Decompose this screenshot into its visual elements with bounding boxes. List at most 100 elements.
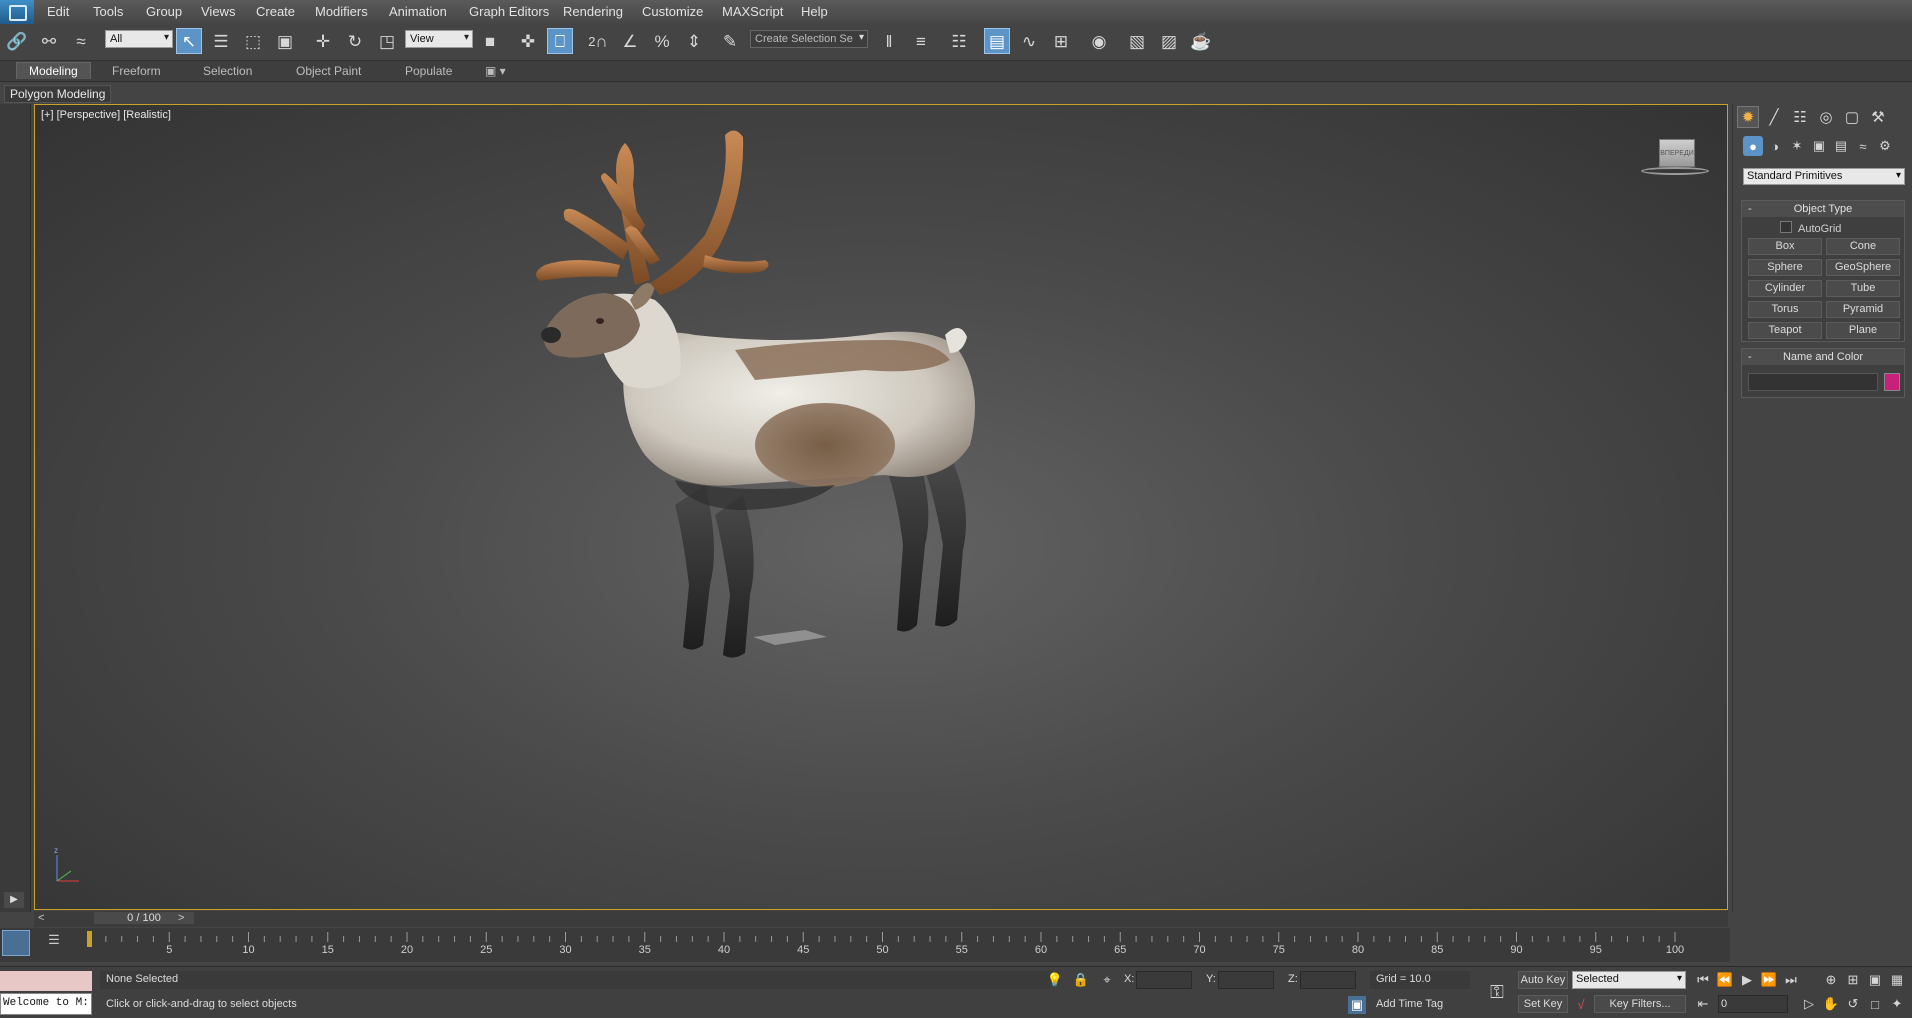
go-to-end-icon[interactable]: ⏭ — [1782, 971, 1800, 989]
menu-maxscript[interactable]: MAXScript — [722, 4, 783, 19]
scene-explorer-icon[interactable]: ▤ — [984, 28, 1010, 54]
next-frame-icon[interactable]: ⏩ — [1760, 971, 1778, 989]
sphere-button[interactable]: Sphere — [1748, 259, 1822, 276]
pan-view-icon[interactable]: ✋ — [1822, 995, 1840, 1013]
track-bar[interactable]: ☰ 5 10 15 20 25 30 35 40 45 50 55 60 65 70 75 80 85 90 95 1… — [0, 928, 1730, 962]
object-color-swatch[interactable] — [1884, 373, 1900, 391]
polygon-modeling-panel[interactable]: Polygon Modeling — [4, 85, 112, 103]
ribbon-options-icon[interactable]: ▣ ▾ — [485, 64, 506, 78]
maxscript-mini-listener-pink[interactable] — [0, 971, 92, 991]
keyboard-shortcut-override-icon[interactable]: ⎕ — [547, 28, 573, 54]
maximize-viewport-icon[interactable]: □ — [1866, 995, 1884, 1013]
lights-icon[interactable]: ✶ — [1787, 136, 1807, 156]
rectangular-selection-icon[interactable]: ⬚ — [240, 28, 266, 54]
time-slider-next[interactable]: > — [178, 912, 184, 924]
set-keys-key-icon[interactable]: ⚿ — [1484, 980, 1510, 1004]
teapot-button[interactable]: Teapot — [1748, 322, 1822, 339]
angle-snap-icon[interactable]: ∠ — [617, 28, 643, 54]
maxscript-listener-input[interactable]: Welcome to M: — [0, 993, 92, 1015]
pivot-center-icon[interactable]: ■ — [477, 28, 503, 54]
menu-edit[interactable]: Edit — [47, 4, 69, 19]
tab-selection[interactable]: Selection — [203, 64, 252, 78]
z-coordinate-input[interactable] — [1300, 971, 1356, 989]
selection-lock-icon[interactable]: 🔒 — [1072, 971, 1090, 989]
viewcube-icon[interactable]: ВПЕРЕДИ — [1637, 137, 1713, 179]
select-and-rotate-icon[interactable]: ↻ — [342, 28, 368, 54]
menu-animation[interactable]: Animation — [389, 4, 447, 19]
menu-group[interactable]: Group — [146, 4, 182, 19]
menu-create[interactable]: Create — [256, 4, 295, 19]
tube-button[interactable]: Tube — [1826, 280, 1900, 297]
display-tab-icon[interactable]: ▢ — [1841, 106, 1863, 128]
perspective-viewport[interactable]: [+] [Perspective] [Realistic] ВПЕРЕДИ z — [34, 104, 1728, 910]
select-and-link-icon[interactable]: 🔗 — [4, 28, 30, 54]
menu-help[interactable]: Help — [801, 4, 828, 19]
tab-populate[interactable]: Populate — [405, 64, 452, 78]
align-icon[interactable]: ≡ — [908, 28, 934, 54]
x-coordinate-input[interactable] — [1136, 971, 1192, 989]
current-frame-marker[interactable] — [87, 931, 92, 947]
window-crossing-icon[interactable]: ▣ — [272, 28, 298, 54]
curve-editor-icon[interactable]: ∿ — [1016, 28, 1042, 54]
render-setup-icon[interactable]: ▧ — [1124, 28, 1150, 54]
time-slider[interactable]: < 0 / 100 > — [34, 911, 1728, 927]
motion-tab-icon[interactable]: ◎ — [1815, 106, 1837, 128]
percent-snap-icon[interactable]: % — [649, 28, 675, 54]
tab-modeling[interactable]: Modeling — [16, 62, 91, 79]
bind-space-warp-icon[interactable]: ≈ — [68, 28, 94, 54]
systems-icon[interactable]: ⚙ — [1875, 136, 1895, 156]
key-filters-button[interactable]: Key Filters... — [1594, 995, 1686, 1013]
select-manipulate-icon[interactable]: ✜ — [515, 28, 541, 54]
viewport-label[interactable]: [+] [Perspective] [Realistic] — [41, 109, 171, 121]
time-slider-prev[interactable]: < — [38, 912, 44, 924]
expand-arrow-icon[interactable]: ▶ — [4, 892, 24, 908]
unlink-icon[interactable]: ⚯ — [36, 28, 62, 54]
menu-rendering[interactable]: Rendering — [563, 4, 623, 19]
key-mode-toggle-icon[interactable]: ⇤ — [1694, 995, 1712, 1013]
hierarchy-tab-icon[interactable]: ☷ — [1789, 106, 1811, 128]
orbit-icon[interactable]: ↺ — [1844, 995, 1862, 1013]
select-and-move-icon[interactable]: ✛ — [310, 28, 336, 54]
absolute-mode-transform-icon[interactable]: ⌖ — [1098, 971, 1116, 989]
spinner-snap-icon[interactable]: ⇕ — [681, 28, 707, 54]
plane-button[interactable]: Plane — [1826, 322, 1900, 339]
shapes-icon[interactable]: ◑ — [1765, 136, 1785, 156]
geometry-icon[interactable]: ● — [1743, 136, 1763, 156]
category-dropdown[interactable]: Standard Primitives ▾ — [1743, 168, 1905, 185]
name-and-color-header[interactable]: - Name and Color — [1742, 349, 1904, 365]
material-editor-icon[interactable]: ◉ — [1086, 28, 1112, 54]
pyramid-button[interactable]: Pyramid — [1826, 301, 1900, 318]
tab-freeform[interactable]: Freeform — [112, 64, 161, 78]
select-object-icon[interactable]: ↖ — [176, 28, 202, 54]
app-logo-icon[interactable] — [0, 0, 34, 24]
schematic-view-icon[interactable]: ⊞ — [1048, 28, 1074, 54]
zoom-extents-all-icon[interactable]: ▦ — [1888, 971, 1906, 989]
utilities-tab-icon[interactable]: ⚒ — [1867, 106, 1889, 128]
space-warps-icon[interactable]: ≈ — [1853, 136, 1873, 156]
named-selection-sets-dropdown[interactable]: Create Selection Se ▾ — [750, 30, 868, 48]
select-by-name-icon[interactable]: ☰ — [208, 28, 234, 54]
menu-tools[interactable]: Tools — [93, 4, 123, 19]
rendered-frame-window-icon[interactable]: ▨ — [1156, 28, 1182, 54]
modify-tab-icon[interactable]: ╱ — [1763, 106, 1785, 128]
layer-manager-icon[interactable]: ☷ — [946, 28, 972, 54]
render-production-icon[interactable]: ☕ — [1188, 28, 1214, 54]
create-tab-icon[interactable]: ✹ — [1737, 106, 1759, 128]
reindeer-3d-model[interactable] — [505, 125, 1135, 725]
time-tag-icon[interactable]: ▣ — [1348, 996, 1366, 1014]
menu-modifiers[interactable]: Modifiers — [315, 4, 368, 19]
menu-graph-editors[interactable]: Graph Editors — [469, 4, 549, 19]
previous-frame-icon[interactable]: ⏪ — [1716, 971, 1734, 989]
cylinder-button[interactable]: Cylinder — [1748, 280, 1822, 297]
menu-customize[interactable]: Customize — [642, 4, 703, 19]
selection-filter-dropdown[interactable]: All ▾ — [105, 30, 173, 48]
field-of-view-icon[interactable]: ▷ — [1800, 995, 1818, 1013]
key-mode-dropdown[interactable]: Selected ▾ — [1572, 971, 1686, 989]
object-name-input[interactable] — [1748, 373, 1878, 391]
isolate-selection-icon[interactable]: 💡 — [1046, 971, 1064, 989]
cameras-icon[interactable]: ▣ — [1809, 136, 1829, 156]
add-time-tag[interactable]: Add Time Tag — [1376, 998, 1443, 1010]
menu-views[interactable]: Views — [201, 4, 235, 19]
set-key-button[interactable]: Set Key — [1518, 995, 1568, 1013]
torus-button[interactable]: Torus — [1748, 301, 1822, 318]
